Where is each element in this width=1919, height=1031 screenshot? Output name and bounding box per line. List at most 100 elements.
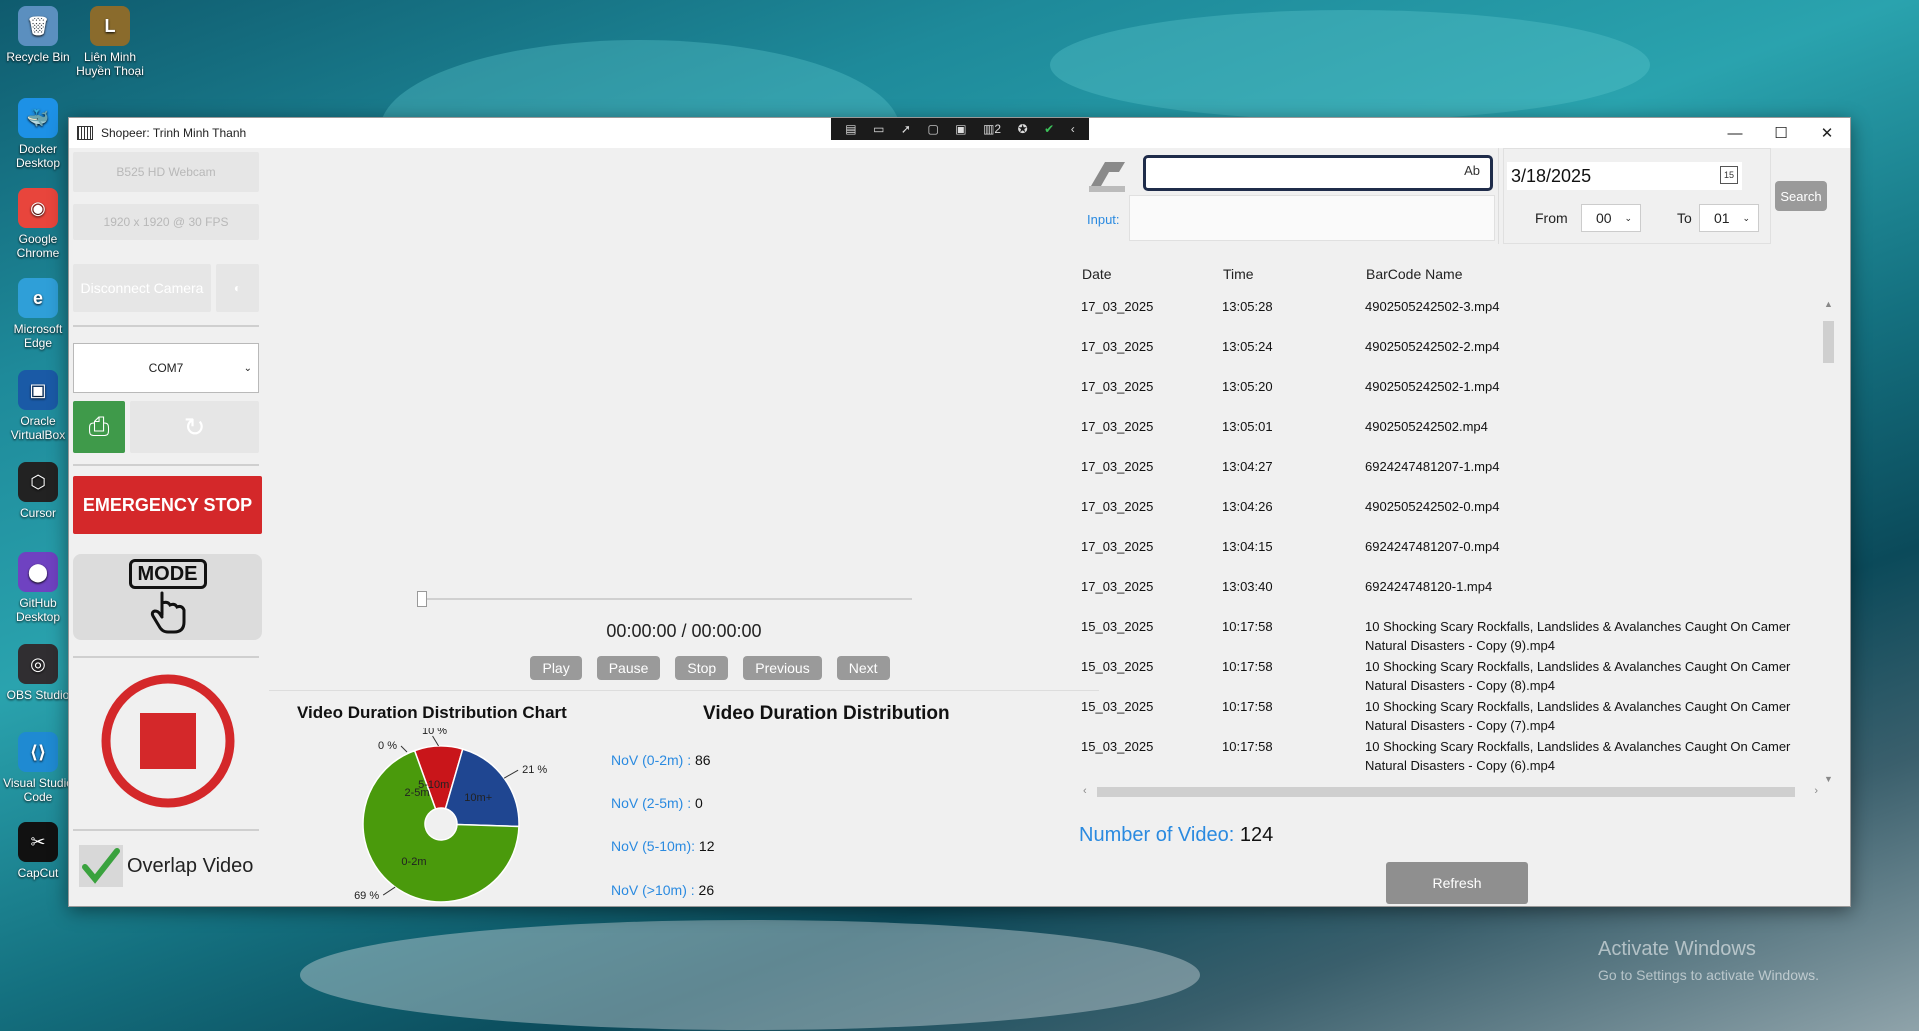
disconnect-camera-button[interactable]: Disconnect Camera xyxy=(73,264,211,312)
time-display: 00:00:00 / 00:00:00 xyxy=(606,621,762,641)
vertical-scrollbar[interactable]: ▲ ▼ xyxy=(1820,299,1836,784)
table-row[interactable]: 17_03_2025 13:05:28 4902505242502-3.mp4 xyxy=(1079,299,1819,339)
app-icon xyxy=(77,126,93,140)
previous-button[interactable]: Previous xyxy=(743,656,822,680)
stop-button[interactable]: Stop xyxy=(675,656,729,680)
com-port-select[interactable]: COM7 ⌄ xyxy=(73,343,259,393)
header-barcode-name[interactable]: BarCode Name xyxy=(1366,266,1463,282)
nov-row-0-2m: NoV (0-2m) : 86 xyxy=(611,752,711,768)
record-stop-button[interactable] xyxy=(73,672,262,810)
scroll-down-icon[interactable]: ▼ xyxy=(1824,774,1833,784)
desktop-icon[interactable]: ▣ Oracle VirtualBox xyxy=(0,370,76,442)
table-row[interactable]: 17_03_2025 13:04:26 4902505242502-0.mp4 xyxy=(1079,499,1819,539)
screenshot-icon[interactable]: ▤ xyxy=(845,122,856,136)
refresh-button[interactable]: Refresh xyxy=(1386,862,1528,904)
close-button[interactable]: ✕ xyxy=(1804,118,1850,148)
cell-barcode-name-line2: Natural Disasters - Copy (7).mp4 xyxy=(1365,718,1555,733)
mode-button[interactable]: MODE xyxy=(73,554,262,640)
cell-barcode-name: 4902505242502-1.mp4 xyxy=(1365,379,1500,394)
seek-thumb[interactable] xyxy=(417,591,427,607)
desktop-icon[interactable]: L Liên Minh Huyền Thoại xyxy=(72,6,148,78)
input-log-area[interactable] xyxy=(1129,195,1495,241)
scroll-up-icon[interactable]: ▲ xyxy=(1824,299,1833,309)
play-button[interactable]: Play xyxy=(530,656,582,680)
scroll-thumb[interactable] xyxy=(1097,787,1795,797)
maximize-button[interactable]: ☐ xyxy=(1758,118,1804,148)
seek-bar[interactable] xyxy=(417,591,912,607)
collapse-chevron-icon[interactable]: ‹ xyxy=(1071,122,1075,136)
date-picker[interactable]: 3/18/2025 15 xyxy=(1507,162,1742,190)
pie-percent-label: 69 % xyxy=(354,890,379,902)
activation-watermark: Activate Windows Go to Settings to activ… xyxy=(1598,938,1819,983)
scroll-thumb[interactable] xyxy=(1823,321,1834,363)
desktop-icon[interactable]: ◎ OBS Studio xyxy=(0,644,76,702)
table-row[interactable]: 17_03_2025 13:05:24 4902505242502-2.mp4 xyxy=(1079,339,1819,379)
to-label: To xyxy=(1677,210,1692,226)
horizontal-scrollbar[interactable]: ‹ › xyxy=(1079,784,1836,800)
scanner-connect-button[interactable]: ⎙ xyxy=(73,401,125,453)
table-row[interactable]: 15_03_2025 10:17:58 10 Shocking Scary Rock… xyxy=(1079,619,1819,659)
video-count-label: Number of Video: xyxy=(1079,824,1235,846)
search-button[interactable]: Search xyxy=(1775,181,1827,211)
desktop-icon[interactable]: 🗑 Recycle Bin xyxy=(0,6,76,64)
cell-time: 13:05:28 xyxy=(1222,299,1273,314)
fit-screen-icon[interactable]: ▢ xyxy=(927,122,938,136)
desktop-icon[interactable]: e Microsoft Edge xyxy=(0,278,76,350)
monitor-icon[interactable]: ▣ xyxy=(955,122,966,136)
resolution-select[interactable]: 1920 x 1920 @ 30 FPS xyxy=(73,204,259,240)
app-shortcut-icon: ⟨⟩ xyxy=(18,732,58,772)
camera-icon: ◐ xyxy=(233,281,242,295)
accessibility-icon[interactable]: ✪ xyxy=(1018,122,1028,136)
app-shortcut-icon: e xyxy=(18,278,58,318)
table-row[interactable]: 15_03_2025 10:17:58 10 Shocking Scary Rock… xyxy=(1079,739,1819,779)
title-bar[interactable]: Shopeer: Trinh Minh Thanh ▤ ▭ ➚ ▢ ▣ ▥2 ✪… xyxy=(69,118,1850,148)
pointer-icon[interactable]: ➚ xyxy=(901,122,911,136)
scroll-right-icon[interactable]: › xyxy=(1814,785,1818,797)
camera-select[interactable]: B525 HD Webcam xyxy=(73,152,259,192)
video-viewport[interactable] xyxy=(269,148,1099,588)
player-controls: Play Pause Stop Previous Next xyxy=(269,656,1099,680)
table-row[interactable]: 17_03_2025 13:05:20 4902505242502-1.mp4 xyxy=(1079,379,1819,419)
calendar-icon[interactable]: 15 xyxy=(1720,166,1738,184)
pause-button[interactable]: Pause xyxy=(596,656,661,680)
connected-check-icon[interactable]: ✔ xyxy=(1044,122,1054,136)
cell-barcode-name: 6924247481207-0.mp4 xyxy=(1365,539,1500,554)
cell-barcode-name: 4902505242502-3.mp4 xyxy=(1365,299,1500,314)
table-row[interactable]: 17_03_2025 13:04:27 6924247481207-1.mp4 xyxy=(1079,459,1819,499)
divider xyxy=(73,829,259,831)
cell-date: 17_03_2025 xyxy=(1081,539,1154,554)
table-row[interactable]: 17_03_2025 13:05:01 4902505242502.mp4 xyxy=(1079,419,1819,459)
minimize-button[interactable]: — xyxy=(1712,118,1758,148)
desktop-icon-label: CapCut xyxy=(17,866,59,880)
desktop-icon[interactable]: ✂ CapCut xyxy=(0,822,76,880)
camera-settings-button[interactable]: ◐ xyxy=(216,264,259,312)
desktop-icon-label: Visual Studio Code xyxy=(3,776,73,804)
record-icon[interactable]: ▭ xyxy=(873,122,884,136)
desktop-icon[interactable]: ⬡ Cursor xyxy=(0,462,76,520)
desktop-icon[interactable]: ⬤ GitHub Desktop xyxy=(0,552,76,624)
nov-key: NoV (>10m) : xyxy=(611,882,695,898)
chevron-down-icon: ⌄ xyxy=(243,362,252,374)
table-row[interactable]: 15_03_2025 10:17:58 10 Shocking Scary Rock… xyxy=(1079,699,1819,739)
display-two-icon[interactable]: ▥2 xyxy=(983,122,1001,136)
table-row[interactable]: 15_03_2025 10:17:58 10 Shocking Scary Rock… xyxy=(1079,659,1819,699)
table-row[interactable]: 17_03_2025 13:03:40 692424748120-1.mp4 xyxy=(1079,579,1819,619)
emergency-stop-button[interactable]: EMERGENCY STOP xyxy=(73,476,262,534)
scroll-left-icon[interactable]: ‹ xyxy=(1083,785,1087,797)
table-row[interactable]: 17_03_2025 13:04:15 6924247481207-0.mp4 xyxy=(1079,539,1819,579)
desktop-icon[interactable]: ⟨⟩ Visual Studio Code xyxy=(0,732,76,804)
app-window: Shopeer: Trinh Minh Thanh ▤ ▭ ➚ ▢ ▣ ▥2 ✪… xyxy=(68,117,1851,907)
from-hour-select[interactable]: 00 ⌄ xyxy=(1581,204,1641,232)
desktop-icon[interactable]: ◉ Google Chrome xyxy=(0,188,76,260)
cell-date: 17_03_2025 xyxy=(1081,499,1154,514)
pie-leader-line xyxy=(382,886,396,896)
cell-time: 13:05:24 xyxy=(1222,339,1273,354)
desktop-icon[interactable]: 🐳 Docker Desktop xyxy=(0,98,76,170)
to-hour-select[interactable]: 01 ⌄ xyxy=(1699,204,1759,232)
video-table: 17_03_2025 13:05:28 4902505242502-3.mp4 17_… xyxy=(1079,299,1819,784)
overlap-video-toggle[interactable]: Overlap Video xyxy=(79,844,269,888)
next-button[interactable]: Next xyxy=(836,656,890,680)
barcode-input[interactable]: Ab xyxy=(1143,155,1493,191)
header-time[interactable]: Time xyxy=(1223,266,1254,282)
header-date[interactable]: Date xyxy=(1082,266,1112,282)
